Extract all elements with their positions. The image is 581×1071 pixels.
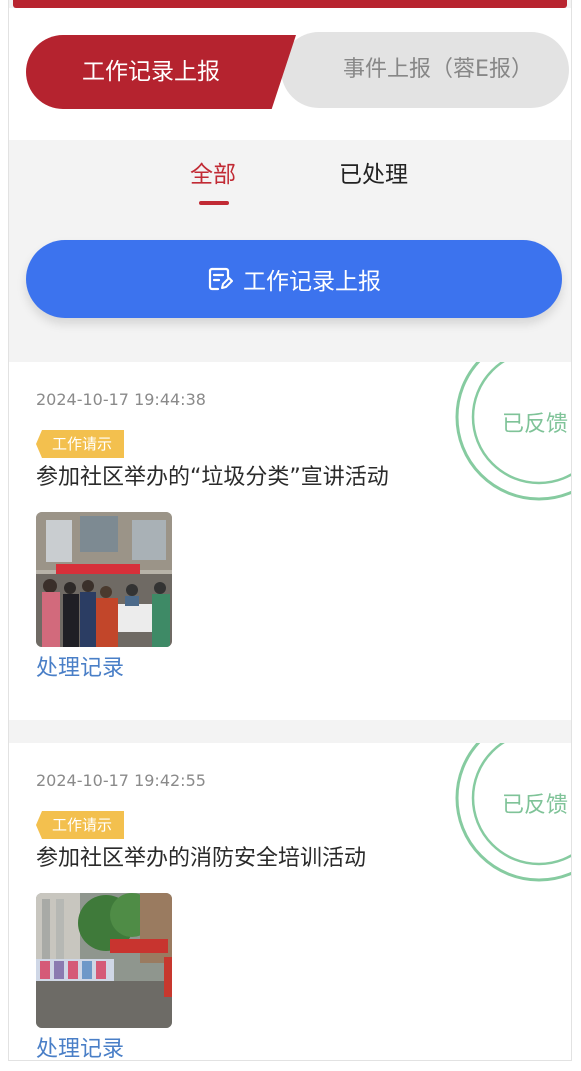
processing-record-link[interactable]: 处理记录 xyxy=(36,652,124,686)
processing-record-link[interactable]: 处理记录 xyxy=(36,1033,124,1060)
record-card[interactable]: 已反馈 2024-10-17 19:44:38 工作请示 参加社区举办的“垃圾分… xyxy=(9,362,571,720)
app-frame: 事件上报（蓉E报） 工作记录上报 全部 已处理 工作记录上报 已反馈 2024-… xyxy=(8,0,572,1061)
status-stamp-label: 已反馈 xyxy=(502,793,569,818)
record-card[interactable]: 已反馈 2024-10-17 19:42:55 工作请示 参加社区举办的消防安全… xyxy=(9,743,571,1060)
edit-note-icon xyxy=(208,267,233,291)
tab-all-underline xyxy=(199,201,229,205)
segment-work-record-report-label[interactable]: 工作记录上报 xyxy=(26,35,276,109)
status-stamp-label: 已反馈 xyxy=(502,412,569,437)
top-accent-bar xyxy=(13,0,567,8)
record-type-tag: 工作请示 xyxy=(36,811,125,839)
record-photo[interactable] xyxy=(36,893,172,1028)
record-timestamp: 2024-10-17 19:44:38 xyxy=(36,390,206,409)
record-title[interactable]: 参加社区举办的消防安全培训活动 xyxy=(36,843,366,875)
record-type-tag: 工作请示 xyxy=(36,430,125,458)
work-record-report-button-label: 工作记录上报 xyxy=(243,269,381,295)
tab-processed[interactable]: 已处理 xyxy=(339,158,408,192)
record-title[interactable]: 参加社区举办的“垃圾分类”宣讲活动 xyxy=(36,462,389,494)
tab-all[interactable]: 全部 xyxy=(190,158,236,192)
record-photo[interactable] xyxy=(36,512,172,647)
segment-event-report-label[interactable]: 事件上报（蓉E报） xyxy=(331,32,545,108)
work-record-report-button[interactable]: 工作记录上报 xyxy=(26,240,562,318)
record-timestamp: 2024-10-17 19:42:55 xyxy=(36,771,206,790)
